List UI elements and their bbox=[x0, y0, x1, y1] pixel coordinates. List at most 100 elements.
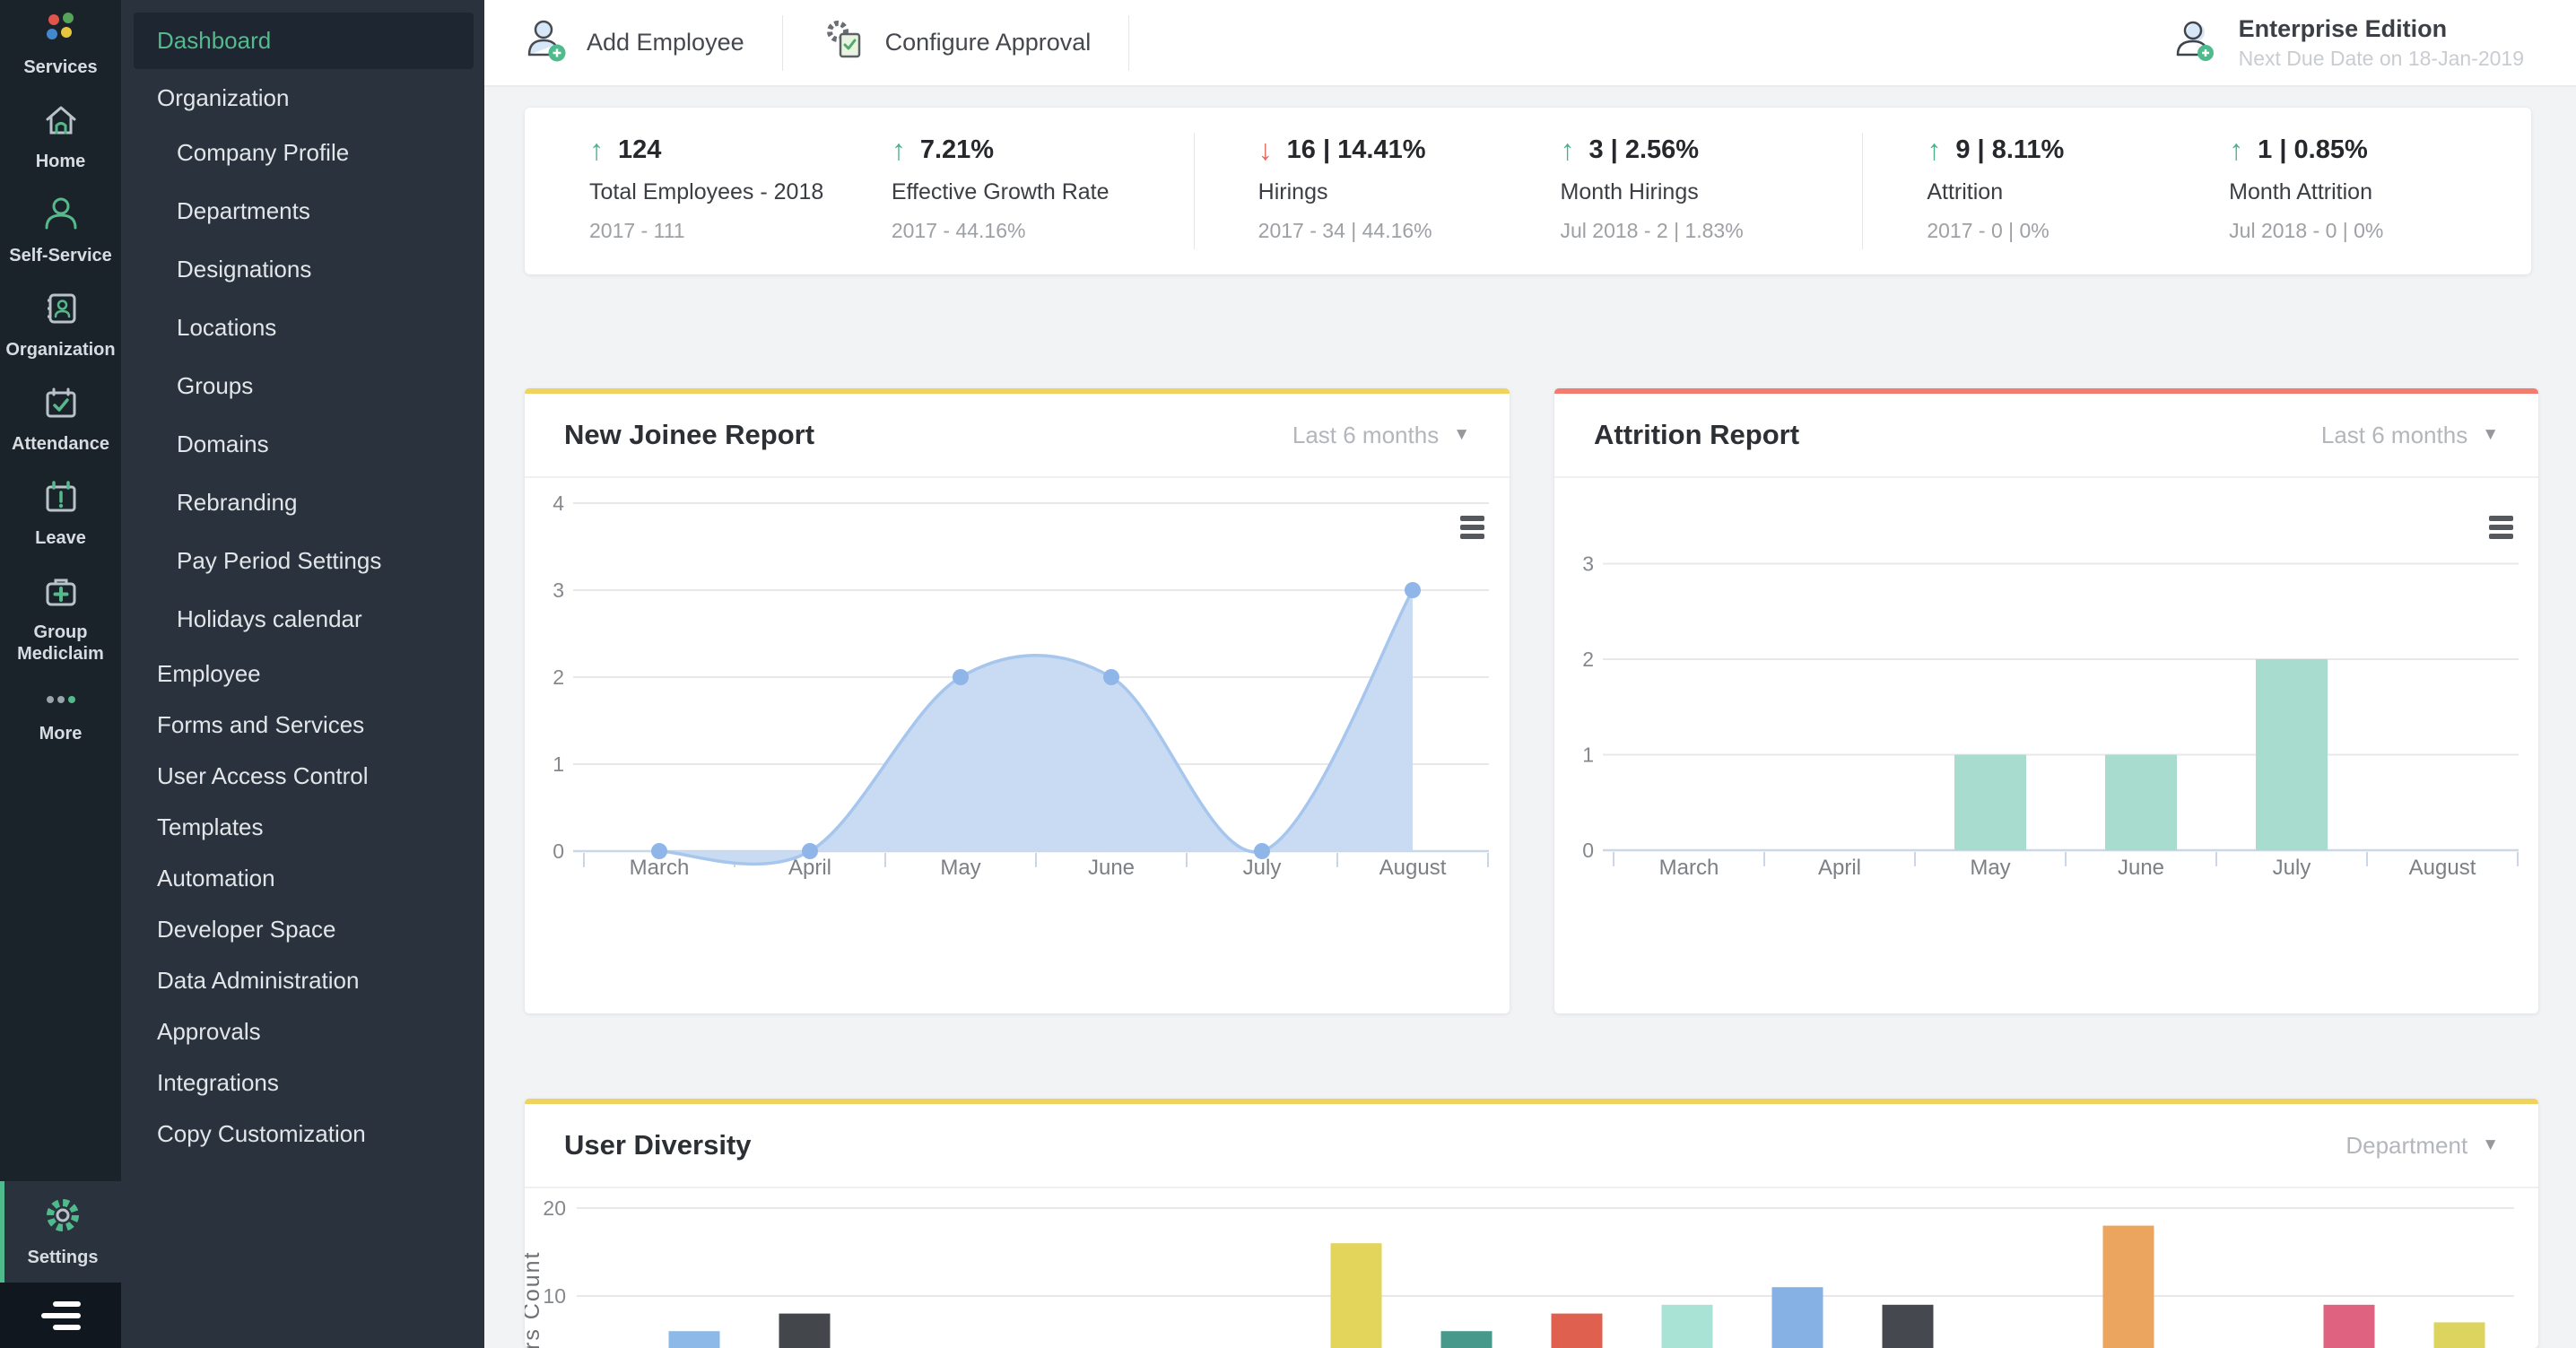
rail-item-services[interactable]: Services bbox=[0, 11, 121, 78]
trend-up-icon: ↑ bbox=[892, 135, 906, 165]
trend-up-icon: ↑ bbox=[1927, 135, 1941, 165]
svg-text:20: 20 bbox=[543, 1196, 566, 1220]
svg-text:June: June bbox=[2118, 856, 2164, 880]
range-dropdown[interactable]: Last 6 months ▼ bbox=[2321, 422, 2499, 449]
add-employee-button[interactable]: Add Employee bbox=[484, 0, 782, 85]
rail-item-attendance[interactable]: Attendance bbox=[0, 382, 121, 455]
app-window: Services Home Self-Service bbox=[0, 0, 2576, 1348]
sidebar-item-templates[interactable]: Templates bbox=[121, 802, 484, 853]
hamburger-icon bbox=[41, 1301, 81, 1330]
chevron-down-icon: ▼ bbox=[1453, 425, 1470, 445]
configure-approval-button[interactable]: Configure Approval bbox=[783, 0, 1129, 85]
trend-down-icon: ↓ bbox=[1258, 135, 1273, 165]
trend-up-icon: ↑ bbox=[2229, 135, 2243, 165]
svg-text:3: 3 bbox=[553, 578, 564, 602]
sidebar-item-locations[interactable]: Locations bbox=[121, 299, 484, 357]
sidebar-item-data-administration[interactable]: Data Administration bbox=[121, 955, 484, 1006]
sidebar-item-domains[interactable]: Domains bbox=[121, 415, 484, 474]
calendar-check-icon bbox=[40, 382, 82, 428]
sidebar-item-groups[interactable]: Groups bbox=[121, 357, 484, 415]
ellipsis-icon bbox=[40, 686, 82, 717]
rail-item-label: Services bbox=[22, 57, 99, 78]
stat-value: 7.21% bbox=[920, 135, 994, 165]
svg-text:May: May bbox=[940, 856, 980, 880]
chart-title: User Diversity bbox=[564, 1129, 752, 1161]
edition-subtitle: Next Due Date on 18-Jan-2019 bbox=[2239, 47, 2524, 71]
sidebar-item-user-access-control[interactable]: User Access Control bbox=[121, 751, 484, 802]
range-dropdown[interactable]: Last 6 months ▼ bbox=[1292, 422, 1470, 449]
services-grid-icon bbox=[40, 11, 82, 51]
svg-text:1: 1 bbox=[1582, 744, 1594, 767]
settings-sidebar: Dashboard Organization Company Profile D… bbox=[121, 0, 484, 1348]
trend-up-icon: ↑ bbox=[589, 135, 604, 165]
svg-text:July: July bbox=[2273, 856, 2311, 880]
stat-group-divider bbox=[1194, 133, 1195, 249]
rail-item-label: Self-Service bbox=[7, 245, 114, 266]
edition-info[interactable]: Enterprise Edition Next Due Date on 18-J… bbox=[2169, 15, 2524, 71]
rail-item-label: Attendance bbox=[10, 433, 111, 455]
sidebar-item-company-profile[interactable]: Company Profile bbox=[121, 124, 484, 182]
sidebar-item-developer-space[interactable]: Developer Space bbox=[121, 904, 484, 955]
sidebar-item-forms-and-services[interactable]: Forms and Services bbox=[121, 700, 484, 751]
area-chart-plot: 01234MarchAprilMayJuneJulyAugust bbox=[525, 478, 1510, 1013]
chart-title: New Joinee Report bbox=[564, 419, 814, 451]
stat-sub: 2017 - 0 | 0% bbox=[1927, 219, 2229, 243]
stat-label: Month Attrition bbox=[2229, 179, 2531, 205]
rail-item-label: Leave bbox=[33, 527, 88, 549]
chevron-down-icon: ▼ bbox=[2482, 425, 2499, 445]
home-icon bbox=[40, 100, 82, 145]
add-employee-icon bbox=[522, 16, 569, 69]
stat-sub: Jul 2018 - 0 | 0% bbox=[2229, 219, 2531, 243]
collapse-menu-button[interactable] bbox=[0, 1283, 121, 1348]
department-dropdown[interactable]: Department ▼ bbox=[2345, 1132, 2499, 1160]
sidebar-item-dashboard[interactable]: Dashboard bbox=[134, 13, 474, 69]
kpi-stats-card: ↑124 Total Employees - 2018 2017 - 111 ↑… bbox=[525, 108, 2531, 274]
new-joinee-report-card: New Joinee Report Last 6 months ▼ 01234M… bbox=[525, 388, 1510, 1013]
rail-item-home[interactable]: Home bbox=[0, 100, 121, 172]
sidebar-item-integrations[interactable]: Integrations bbox=[121, 1057, 484, 1109]
sidebar-item-automation[interactable]: Automation bbox=[121, 853, 484, 904]
stat-attrition: ↑9 | 8.11% Attrition 2017 - 0 | 0% bbox=[1927, 135, 2229, 274]
sidebar-item-designations[interactable]: Designations bbox=[121, 240, 484, 299]
sidebar-item-organization[interactable]: Organization bbox=[121, 73, 484, 124]
stat-sub: 2017 - 34 | 44.16% bbox=[1258, 219, 1561, 243]
sidebar-item-copy-customization[interactable]: Copy Customization bbox=[121, 1109, 484, 1160]
rail-item-organization[interactable]: Organization bbox=[0, 288, 121, 361]
enterprise-user-icon bbox=[2169, 15, 2219, 70]
stat-value: 3 | 2.56% bbox=[1589, 135, 1700, 165]
rail-item-label: Organization bbox=[4, 339, 117, 361]
medical-case-icon bbox=[40, 570, 82, 616]
configure-approval-label: Configure Approval bbox=[885, 29, 1092, 57]
sidebar-item-departments[interactable]: Departments bbox=[121, 182, 484, 240]
range-value: Last 6 months bbox=[2321, 422, 2467, 449]
bar-chart-plot: 1020Users Count bbox=[525, 1188, 2538, 1348]
attrition-chart: 0123MarchAprilMayJuneJulyAugust bbox=[1554, 478, 2538, 1012]
sidebar-item-holidays-calendar[interactable]: Holidays calendar bbox=[121, 590, 484, 648]
svg-text:April: April bbox=[1818, 856, 1861, 880]
chart-title: Attrition Report bbox=[1594, 419, 1799, 451]
stat-sub: 2017 - 44.16% bbox=[892, 219, 1194, 243]
svg-text:March: March bbox=[630, 856, 690, 880]
stat-total-employees: ↑124 Total Employees - 2018 2017 - 111 bbox=[589, 135, 892, 274]
svg-text:4: 4 bbox=[553, 491, 564, 515]
range-value: Last 6 months bbox=[1292, 422, 1439, 449]
chart-context-menu-icon[interactable] bbox=[2489, 516, 2513, 539]
sidebar-item-rebranding[interactable]: Rebranding bbox=[121, 474, 484, 532]
stat-value: 9 | 8.11% bbox=[1955, 135, 2064, 165]
rail-item-self-service[interactable]: Self-Service bbox=[0, 194, 121, 266]
sidebar-item-approvals[interactable]: Approvals bbox=[121, 1006, 484, 1057]
rail-item-settings[interactable]: Settings bbox=[0, 1181, 121, 1283]
rail-item-leave[interactable]: Leave bbox=[0, 476, 121, 549]
rail-item-more[interactable]: More bbox=[0, 686, 121, 744]
chart-context-menu-icon[interactable] bbox=[1460, 516, 1484, 539]
svg-text:1: 1 bbox=[553, 752, 564, 776]
stat-growth-rate: ↑7.21% Effective Growth Rate 2017 - 44.1… bbox=[892, 135, 1194, 274]
configure-approval-icon bbox=[821, 16, 867, 69]
bar-chart-plot: 0123MarchAprilMayJuneJulyAugust bbox=[1554, 478, 2538, 1013]
svg-text:August: August bbox=[2409, 856, 2476, 880]
main-area: Add Employee Configure Approval bbox=[484, 0, 2576, 1348]
svg-text:May: May bbox=[1970, 856, 2010, 880]
sidebar-item-employee[interactable]: Employee bbox=[121, 648, 484, 700]
sidebar-item-pay-period-settings[interactable]: Pay Period Settings bbox=[121, 532, 484, 590]
rail-item-group-mediclaim[interactable]: Group Mediclaim bbox=[0, 570, 121, 665]
